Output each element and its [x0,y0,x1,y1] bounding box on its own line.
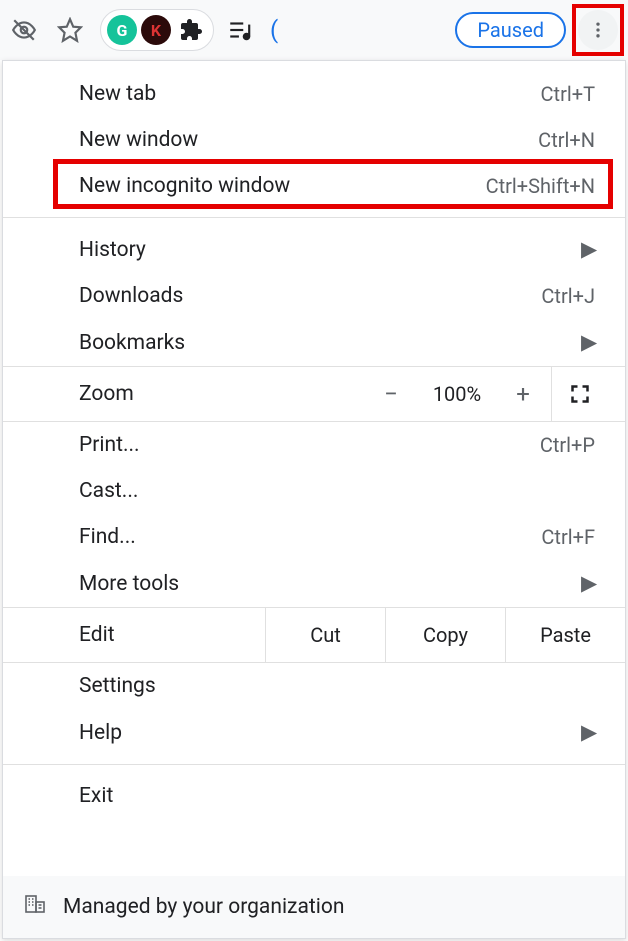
menu-history[interactable]: History ▶ [3,226,625,273]
menu-managed-footer[interactable]: Managed by your organization [3,876,625,938]
fullscreen-button[interactable] [551,366,607,422]
menu-label: New incognito window [79,174,486,198]
menu-label: Settings [79,674,595,698]
menu-new-incognito[interactable]: New incognito window Ctrl+Shift+N [3,163,625,209]
menu-shortcut: Ctrl+N [538,128,595,152]
menu-shortcut: Ctrl+Shift+N [486,174,595,198]
edit-copy-button[interactable]: Copy [385,607,505,663]
profile-paren-icon: ( [270,16,278,44]
music-queue-icon[interactable] [220,10,260,50]
managed-label: Managed by your organization [63,895,344,919]
menu-label: Zoom [79,382,363,406]
profile-paused-button[interactable]: Paused [455,12,566,48]
menu-label: Bookmarks [79,331,569,355]
menu-label: Cast... [79,479,595,503]
menu-label: Help [79,721,569,745]
eye-off-icon[interactable] [4,10,44,50]
menu-shortcut: Ctrl+T [541,82,595,106]
menu-more-tools[interactable]: More tools ▶ [3,560,625,607]
menu-divider [3,217,625,218]
menu-label: New tab [79,82,541,106]
menu-label: Print... [79,433,540,457]
edit-paste-button[interactable]: Paste [505,607,625,663]
menu-label: History [79,238,569,262]
menu-zoom-row: Zoom − 100% + [3,366,625,422]
chrome-main-menu: New tab Ctrl+T New window Ctrl+N New inc… [2,60,626,939]
menu-cast[interactable]: Cast... [3,468,625,514]
menu-label: Downloads [79,284,541,308]
star-icon[interactable] [50,10,90,50]
submenu-arrow-icon: ▶ [581,237,595,262]
menu-shortcut: Ctrl+P [540,433,595,457]
menu-downloads[interactable]: Downloads Ctrl+J [3,273,625,319]
edit-cut-button[interactable]: Cut [265,607,385,663]
menu-shortcut: Ctrl+J [541,284,595,308]
submenu-arrow-icon: ▶ [581,571,595,596]
highlight-kebab [572,4,624,56]
zoom-in-button[interactable]: + [495,380,551,408]
zoom-controls: − 100% + [363,380,551,408]
submenu-arrow-icon: ▶ [581,330,595,355]
menu-find[interactable]: Find... Ctrl+F [3,514,625,560]
menu-label: More tools [79,572,569,596]
menu-edit-row: Edit Cut Copy Paste [3,607,625,663]
zoom-out-button[interactable]: − [363,380,419,408]
menu-help[interactable]: Help ▶ [3,709,625,756]
menu-label: Edit [79,623,265,647]
menu-label: New window [79,128,538,152]
building-icon [23,892,47,922]
browser-toolbar: G K ( Paused [0,0,628,60]
submenu-arrow-icon: ▶ [581,720,595,745]
more-menu-button[interactable] [578,10,618,50]
menu-shortcut: Ctrl+F [541,525,595,549]
menu-new-tab[interactable]: New tab Ctrl+T [3,71,625,117]
menu-divider [3,764,625,765]
menu-exit[interactable]: Exit [3,773,625,819]
menu-new-window[interactable]: New window Ctrl+N [3,117,625,163]
k-ext-icon[interactable]: K [141,15,171,45]
menu-label: Find... [79,525,541,549]
menu-print[interactable]: Print... Ctrl+P [3,422,625,468]
extensions-group: G K [100,9,214,51]
menu-settings[interactable]: Settings [3,663,625,709]
menu-label: Exit [79,784,595,808]
zoom-value: 100% [419,382,495,406]
grammarly-ext-icon[interactable]: G [107,15,137,45]
menu-bookmarks[interactable]: Bookmarks ▶ [3,319,625,366]
puzzle-icon[interactable] [175,10,207,50]
